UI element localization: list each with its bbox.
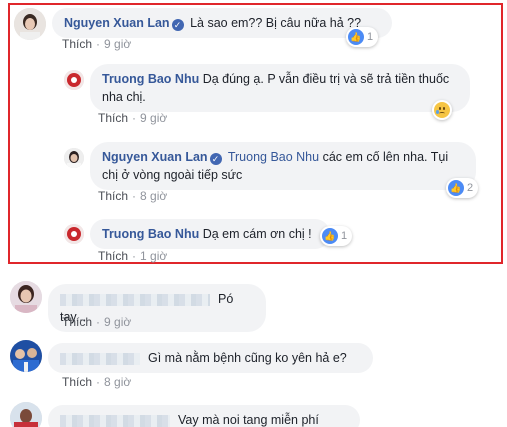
timestamp[interactable]: 9 giờ bbox=[140, 111, 167, 125]
comment-author[interactable]: Nguyen Xuan Lan bbox=[102, 150, 208, 164]
comment-bubble: Gì mà nằm bệnh cũng ko yên hả e? bbox=[48, 343, 373, 373]
avatar[interactable] bbox=[64, 70, 84, 90]
verified-badge-icon: ✓ bbox=[171, 19, 184, 31]
comment-meta: Thích · 8 giờ bbox=[62, 375, 132, 389]
comment-meta: Thích · 9 giờ bbox=[62, 315, 132, 329]
comment-author[interactable]: Truong Bao Nhu bbox=[102, 227, 199, 241]
like-button[interactable]: Thích bbox=[98, 249, 128, 263]
like-reaction-icon: 👍 bbox=[348, 29, 364, 45]
blurred-author-name bbox=[60, 352, 140, 365]
comment-text: Vay mà noi tang miễn phí bbox=[178, 413, 319, 427]
timestamp[interactable]: 8 giờ bbox=[140, 189, 167, 203]
avatar[interactable] bbox=[14, 8, 46, 40]
blurred-author-name bbox=[60, 414, 170, 427]
like-button[interactable]: Thích bbox=[98, 111, 128, 125]
comment-meta: Thích · 9 giờ bbox=[98, 111, 168, 125]
like-button[interactable]: Thích bbox=[62, 37, 92, 51]
comment-text: Là sao em?? Bị câu nữa hả ?? bbox=[190, 16, 362, 30]
timestamp[interactable]: 8 giờ bbox=[104, 375, 131, 389]
avatar[interactable] bbox=[10, 340, 42, 372]
comment-bubble: Nguyen Xuan Lan ✓ Truong Bao Nhu các em c… bbox=[90, 142, 476, 190]
blurred-author-name bbox=[60, 293, 210, 306]
timestamp[interactable]: 9 giờ bbox=[104, 37, 131, 51]
reaction-count[interactable]: 👍 1 bbox=[346, 27, 379, 47]
comment-bubble: Truong Bao Nhu Dạ em cám ơn chị ! bbox=[90, 219, 330, 249]
comment-text: Dạ em cám ơn chị ! bbox=[202, 227, 312, 241]
like-button[interactable]: Thích bbox=[62, 375, 92, 389]
comment-meta: Thích · 8 giờ bbox=[98, 189, 168, 203]
comment-author[interactable]: Nguyen Xuan Lan bbox=[64, 16, 170, 30]
avatar[interactable] bbox=[10, 281, 42, 313]
comment-bubble: Truong Bao Nhu Dạ đúng ạ. P vẫn điều trị… bbox=[90, 64, 470, 112]
timestamp[interactable]: 9 giờ bbox=[104, 315, 131, 329]
comment-author[interactable]: Truong Bao Nhu bbox=[102, 72, 199, 86]
comment-meta: Thích · 9 giờ bbox=[62, 37, 132, 51]
mention-link[interactable]: Truong Bao Nhu bbox=[228, 150, 319, 164]
comment-text: Gì mà nằm bệnh cũng ko yên hả e? bbox=[148, 351, 347, 365]
verified-badge-icon: ✓ bbox=[209, 153, 222, 165]
reaction-count[interactable] bbox=[432, 100, 452, 120]
timestamp[interactable]: 1 giờ bbox=[140, 249, 167, 263]
avatar[interactable] bbox=[64, 148, 84, 168]
reaction-count[interactable]: 👍 1 bbox=[320, 226, 353, 246]
avatar[interactable] bbox=[10, 402, 42, 427]
like-reaction-icon: 👍 bbox=[448, 180, 464, 196]
sad-reaction-icon bbox=[434, 102, 450, 118]
like-button[interactable]: Thích bbox=[62, 315, 92, 329]
reaction-count[interactable]: 👍 2 bbox=[446, 178, 479, 198]
avatar[interactable] bbox=[64, 224, 84, 244]
comment-bubble: Nguyen Xuan Lan ✓ Là sao em?? Bị câu nữa … bbox=[52, 8, 392, 38]
like-reaction-icon: 👍 bbox=[322, 228, 338, 244]
like-button[interactable]: Thích bbox=[98, 189, 128, 203]
comment-bubble: Vay mà noi tang miễn phí bbox=[48, 405, 360, 427]
comment-meta: Thích · 1 giờ bbox=[98, 249, 168, 263]
